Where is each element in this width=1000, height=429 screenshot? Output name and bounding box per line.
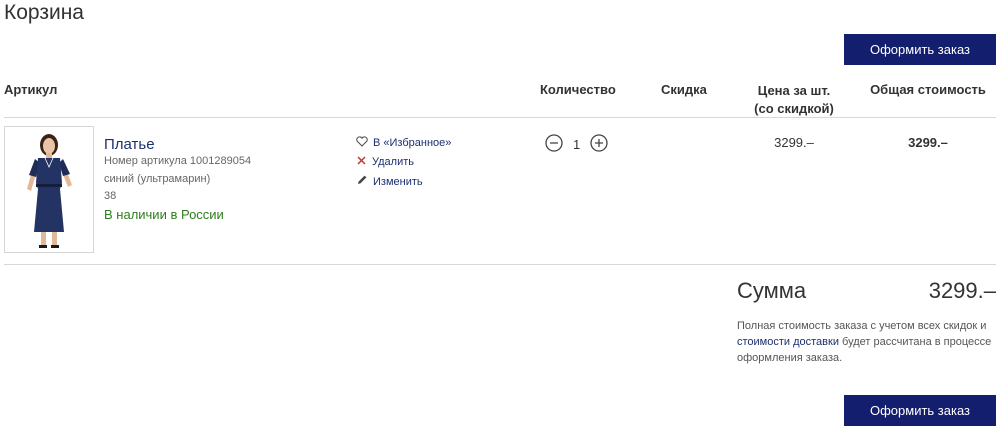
line-total: 3299.– <box>908 135 948 150</box>
column-header-unit-price-line2: (со скидкой) <box>754 101 834 116</box>
summary-note-text-1: Полная стоимость заказа с учетом всех ск… <box>737 320 987 332</box>
column-header-unit-price-line1: Цена за шт. <box>757 83 831 98</box>
page-title: Корзина <box>4 1 84 24</box>
divider <box>4 117 996 118</box>
increase-quantity-button[interactable] <box>590 134 608 157</box>
column-header-article: Артикул <box>4 82 58 97</box>
product-sku: Номер артикула 1001289054 <box>104 155 252 167</box>
heart-icon <box>356 136 368 150</box>
product-size: 38 <box>104 190 117 202</box>
divider <box>4 264 996 265</box>
summary-value: 3299.– <box>928 278 996 303</box>
add-to-favorites-label: В «Избранное» <box>373 137 452 149</box>
edit-item-label: Изменить <box>373 175 423 188</box>
summary-label: Сумма <box>737 278 807 303</box>
decrease-quantity-button[interactable] <box>545 134 563 157</box>
pencil-icon <box>356 174 368 189</box>
checkout-button-bottom[interactable]: Оформить заказ <box>844 395 996 426</box>
delivery-cost-link[interactable]: стоимости доставки <box>737 336 839 348</box>
add-to-favorites-link[interactable]: В «Избранное» <box>356 136 451 150</box>
checkout-button-top[interactable]: Оформить заказ <box>844 34 996 65</box>
column-header-discount: Скидка <box>661 82 707 97</box>
product-color: синий (ультрамарин) <box>104 173 211 185</box>
delete-item-label: Удалить <box>372 156 414 168</box>
summary-note: Полная стоимость заказа с учетом всех ск… <box>737 318 999 366</box>
column-header-unit-price: Цена за шт. (со скидкой) <box>738 82 850 118</box>
column-header-total: Общая стоимость <box>870 82 986 97</box>
stock-status: В наличии в России <box>104 207 224 222</box>
product-name-link[interactable]: Платье <box>104 136 155 153</box>
quantity-value: 1 <box>573 137 581 152</box>
edit-item-link[interactable]: Изменить <box>356 174 423 189</box>
plus-icon <box>590 134 608 156</box>
column-header-quantity: Количество <box>540 82 616 97</box>
minus-icon <box>545 134 563 156</box>
delete-item-link[interactable]: Удалить <box>356 155 414 169</box>
product-image[interactable] <box>4 126 94 253</box>
close-icon <box>356 155 367 169</box>
unit-price: 3299.– <box>774 135 814 150</box>
